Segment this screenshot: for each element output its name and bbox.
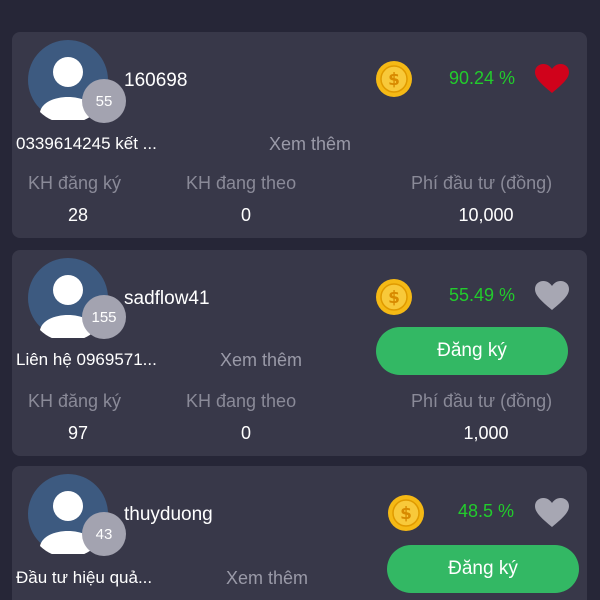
level-badge: 43	[82, 512, 126, 556]
see-more-link[interactable]: Xem thêm	[226, 568, 308, 589]
see-more-link[interactable]: Xem thêm	[220, 350, 302, 371]
expert-card[interactable]: 55 160698 $ 90.24 % 0339614245 kết ... X…	[12, 32, 587, 238]
fee-label: Phí đầu tư (đồng)	[411, 173, 553, 193]
level-badge: 55	[82, 79, 126, 123]
svg-text:$: $	[400, 504, 412, 524]
fee-value: 10,000	[458, 205, 514, 225]
fee-value: 1,000	[463, 423, 509, 443]
expert-description: Đầu tư hiệu quả...	[16, 568, 153, 587]
expert-description: Liên hệ 0969571...	[16, 350, 157, 369]
heart-icon[interactable]	[534, 497, 570, 529]
see-more-link[interactable]: Xem thêm	[269, 134, 351, 155]
username[interactable]: 160698	[124, 70, 187, 92]
level-badge: 155	[82, 295, 126, 339]
gold-coin-icon: $	[375, 278, 413, 316]
subscribe-button[interactable]: Đăng ký	[387, 545, 579, 593]
expert-card[interactable]: 43 thuyduong $ 48.5 % Đầu tư hiệu quả...…	[12, 466, 587, 600]
subscribed-label: KH đăng ký	[28, 391, 122, 411]
username[interactable]: thuyduong	[124, 504, 213, 526]
following-count: 0	[240, 423, 251, 443]
following-label: KH đang theo	[186, 173, 297, 193]
subscribe-button[interactable]: Đăng ký	[376, 327, 568, 375]
following-count: 0	[240, 205, 251, 225]
expert-description: 0339614245 kết ...	[16, 134, 157, 153]
experts-list-screen: 55 160698 $ 90.24 % 0339614245 kết ... X…	[0, 0, 600, 600]
expert-card[interactable]: 155 sadflow41 $ 55.49 % Liên hệ 0969571.…	[12, 250, 587, 456]
following-label: KH đang theo	[186, 391, 297, 411]
username[interactable]: sadflow41	[124, 288, 210, 310]
profit-percent: 48.5 %	[457, 501, 515, 521]
gold-coin-icon: $	[387, 494, 425, 532]
gold-coin-icon: $	[375, 60, 413, 98]
subscribed-label: KH đăng ký	[28, 173, 122, 193]
fee-label: Phí đầu tư (đồng)	[411, 391, 553, 411]
svg-text:$: $	[388, 70, 400, 90]
subscribed-count: 28	[67, 205, 89, 225]
svg-text:$: $	[388, 288, 400, 308]
heart-icon[interactable]	[534, 280, 570, 312]
heart-icon[interactable]	[534, 63, 570, 95]
subscribed-count: 97	[67, 423, 89, 443]
profit-percent: 90.24 %	[448, 68, 516, 88]
profit-percent: 55.49 %	[448, 285, 516, 305]
